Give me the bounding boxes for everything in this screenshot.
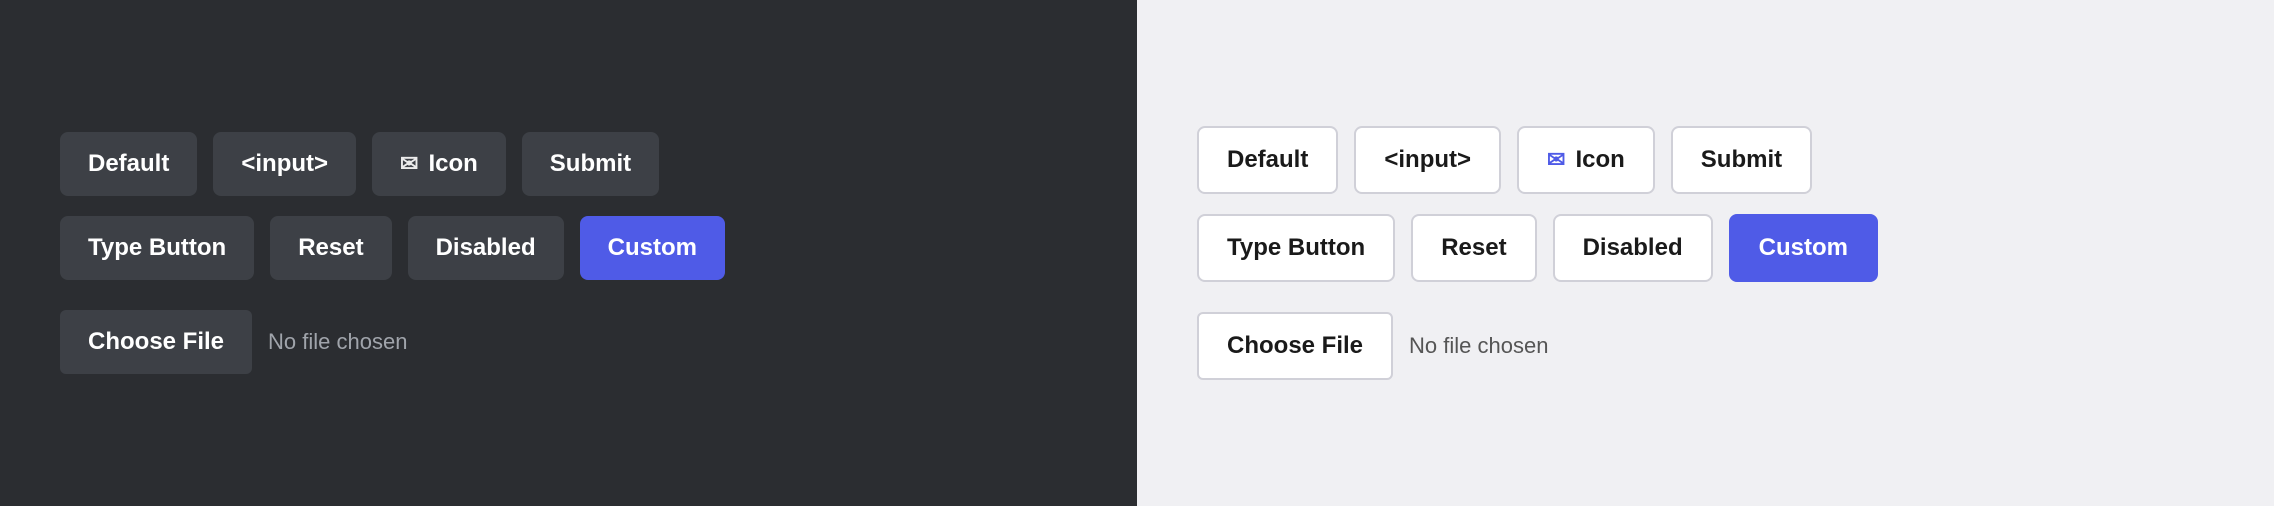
light-panel: Default <input> ✉ Icon Submit Type Butto… — [1137, 0, 2274, 506]
light-submit-button[interactable]: Submit — [1671, 126, 1812, 194]
dark-row-1: Default <input> ✉ Icon Submit — [60, 132, 659, 196]
mail-icon: ✉ — [400, 151, 418, 177]
dark-file-row: Choose File No file chosen — [60, 310, 407, 374]
dark-disabled-button: Disabled — [408, 216, 564, 280]
dark-icon-label: Icon — [428, 150, 477, 178]
light-choose-file-button[interactable]: Choose File — [1197, 312, 1393, 380]
light-icon-button[interactable]: ✉ Icon — [1517, 126, 1655, 194]
light-type-button[interactable]: Type Button — [1197, 214, 1395, 282]
dark-choose-file-button[interactable]: Choose File — [60, 310, 252, 374]
light-reset-button[interactable]: Reset — [1411, 214, 1536, 282]
light-icon-label: Icon — [1575, 146, 1624, 174]
dark-input-button[interactable]: <input> — [213, 132, 356, 196]
dark-custom-button[interactable]: Custom — [580, 216, 725, 280]
light-no-file-text: No file chosen — [1409, 333, 1548, 359]
light-row-2: Type Button Reset Disabled Custom — [1197, 214, 1878, 282]
light-custom-button[interactable]: Custom — [1729, 214, 1878, 282]
light-file-row: Choose File No file chosen — [1197, 312, 1548, 380]
light-input-button[interactable]: <input> — [1354, 126, 1501, 194]
dark-row-2: Type Button Reset Disabled Custom — [60, 216, 725, 280]
dark-panel: Default <input> ✉ Icon Submit Type Butto… — [0, 0, 1137, 506]
dark-default-button[interactable]: Default — [60, 132, 197, 196]
dark-type-button[interactable]: Type Button — [60, 216, 254, 280]
dark-submit-button[interactable]: Submit — [522, 132, 659, 196]
light-default-button[interactable]: Default — [1197, 126, 1338, 194]
light-disabled-button: Disabled — [1553, 214, 1713, 282]
mail-icon-light: ✉ — [1547, 147, 1565, 173]
light-row-1: Default <input> ✉ Icon Submit — [1197, 126, 1812, 194]
dark-no-file-text: No file chosen — [268, 329, 407, 355]
dark-reset-button[interactable]: Reset — [270, 216, 391, 280]
dark-icon-button[interactable]: ✉ Icon — [372, 132, 506, 196]
